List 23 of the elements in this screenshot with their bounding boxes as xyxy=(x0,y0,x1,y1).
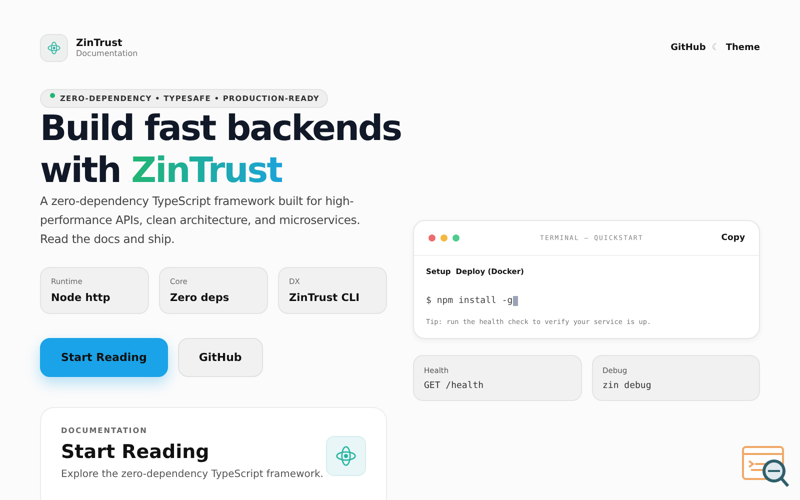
nav-link[interactable]: Theme xyxy=(726,43,760,53)
inspect-icon[interactable] xyxy=(741,445,791,489)
text-cursor xyxy=(512,296,518,306)
hero-title: Build fast backends with ZinTrust xyxy=(40,108,402,192)
card-description: Explore the zero-dependency TypeScript framework. xyxy=(61,469,324,480)
command-value: GET /health xyxy=(424,381,485,391)
command-value: zin debug xyxy=(602,381,652,391)
moon-icon: ☾ xyxy=(712,43,720,53)
command-line: $ npm install -g xyxy=(426,296,513,306)
brand-subtitle: Documentation xyxy=(76,49,138,58)
github-button[interactable]: GitHub xyxy=(178,338,263,377)
nav-link[interactable]: GitHub xyxy=(670,43,706,53)
copy-button[interactable]: Copy xyxy=(721,233,745,243)
atom-icon xyxy=(335,445,357,467)
brand-name: ZinTrust xyxy=(76,38,124,49)
stat-value: Zero deps xyxy=(170,292,230,304)
stat-value: Node http xyxy=(51,292,112,304)
card-title: Start Reading xyxy=(61,441,210,463)
stat-value: ZinTrust CLI xyxy=(289,292,361,304)
atom-icon xyxy=(47,41,61,55)
window-controls-icon xyxy=(428,234,462,242)
hero-description: A zero-dependency TypeScript framework built for high-performance APIs, clean architecture, and microservices. Read the docs and ship. xyxy=(40,193,362,248)
start-reading-button[interactable]: Start Reading xyxy=(40,338,168,377)
